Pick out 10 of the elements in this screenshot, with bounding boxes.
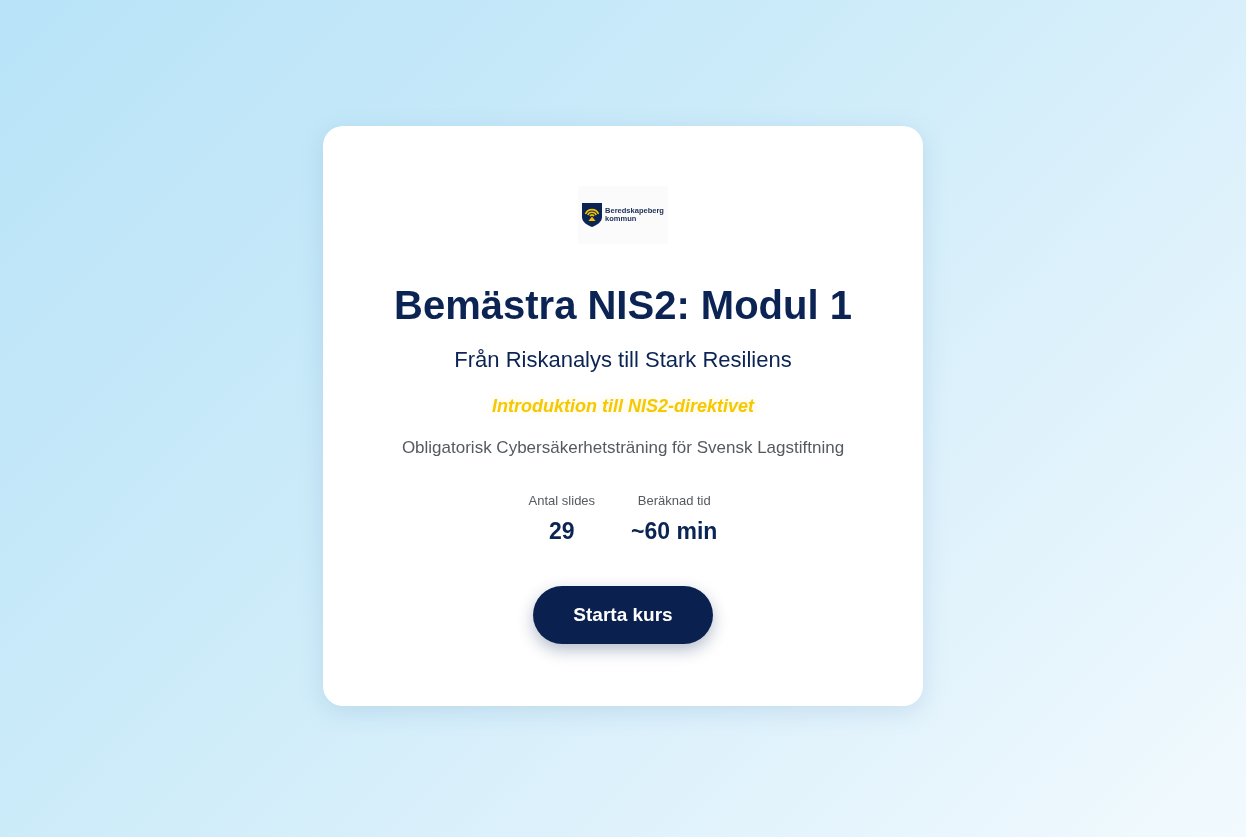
course-tagline: Introduktion till NIS2-direktivet <box>492 395 754 417</box>
stat-value: 29 <box>549 517 575 545</box>
course-description: Obligatorisk Cybersäkerhetsträning för Svensk Lagstiftning <box>401 437 845 459</box>
start-course-button[interactable]: Starta kurs <box>533 586 713 644</box>
course-subtitle: Från Riskanalys till Stark Resiliens <box>454 347 792 373</box>
shield-icon <box>582 203 603 227</box>
stat-value: ~60 min <box>631 517 718 545</box>
stat-label: Antal slides <box>528 493 596 509</box>
stat-label: Beräknad tid <box>637 493 711 509</box>
course-title: Bemästra NIS2: Modul 1 <box>394 282 852 329</box>
